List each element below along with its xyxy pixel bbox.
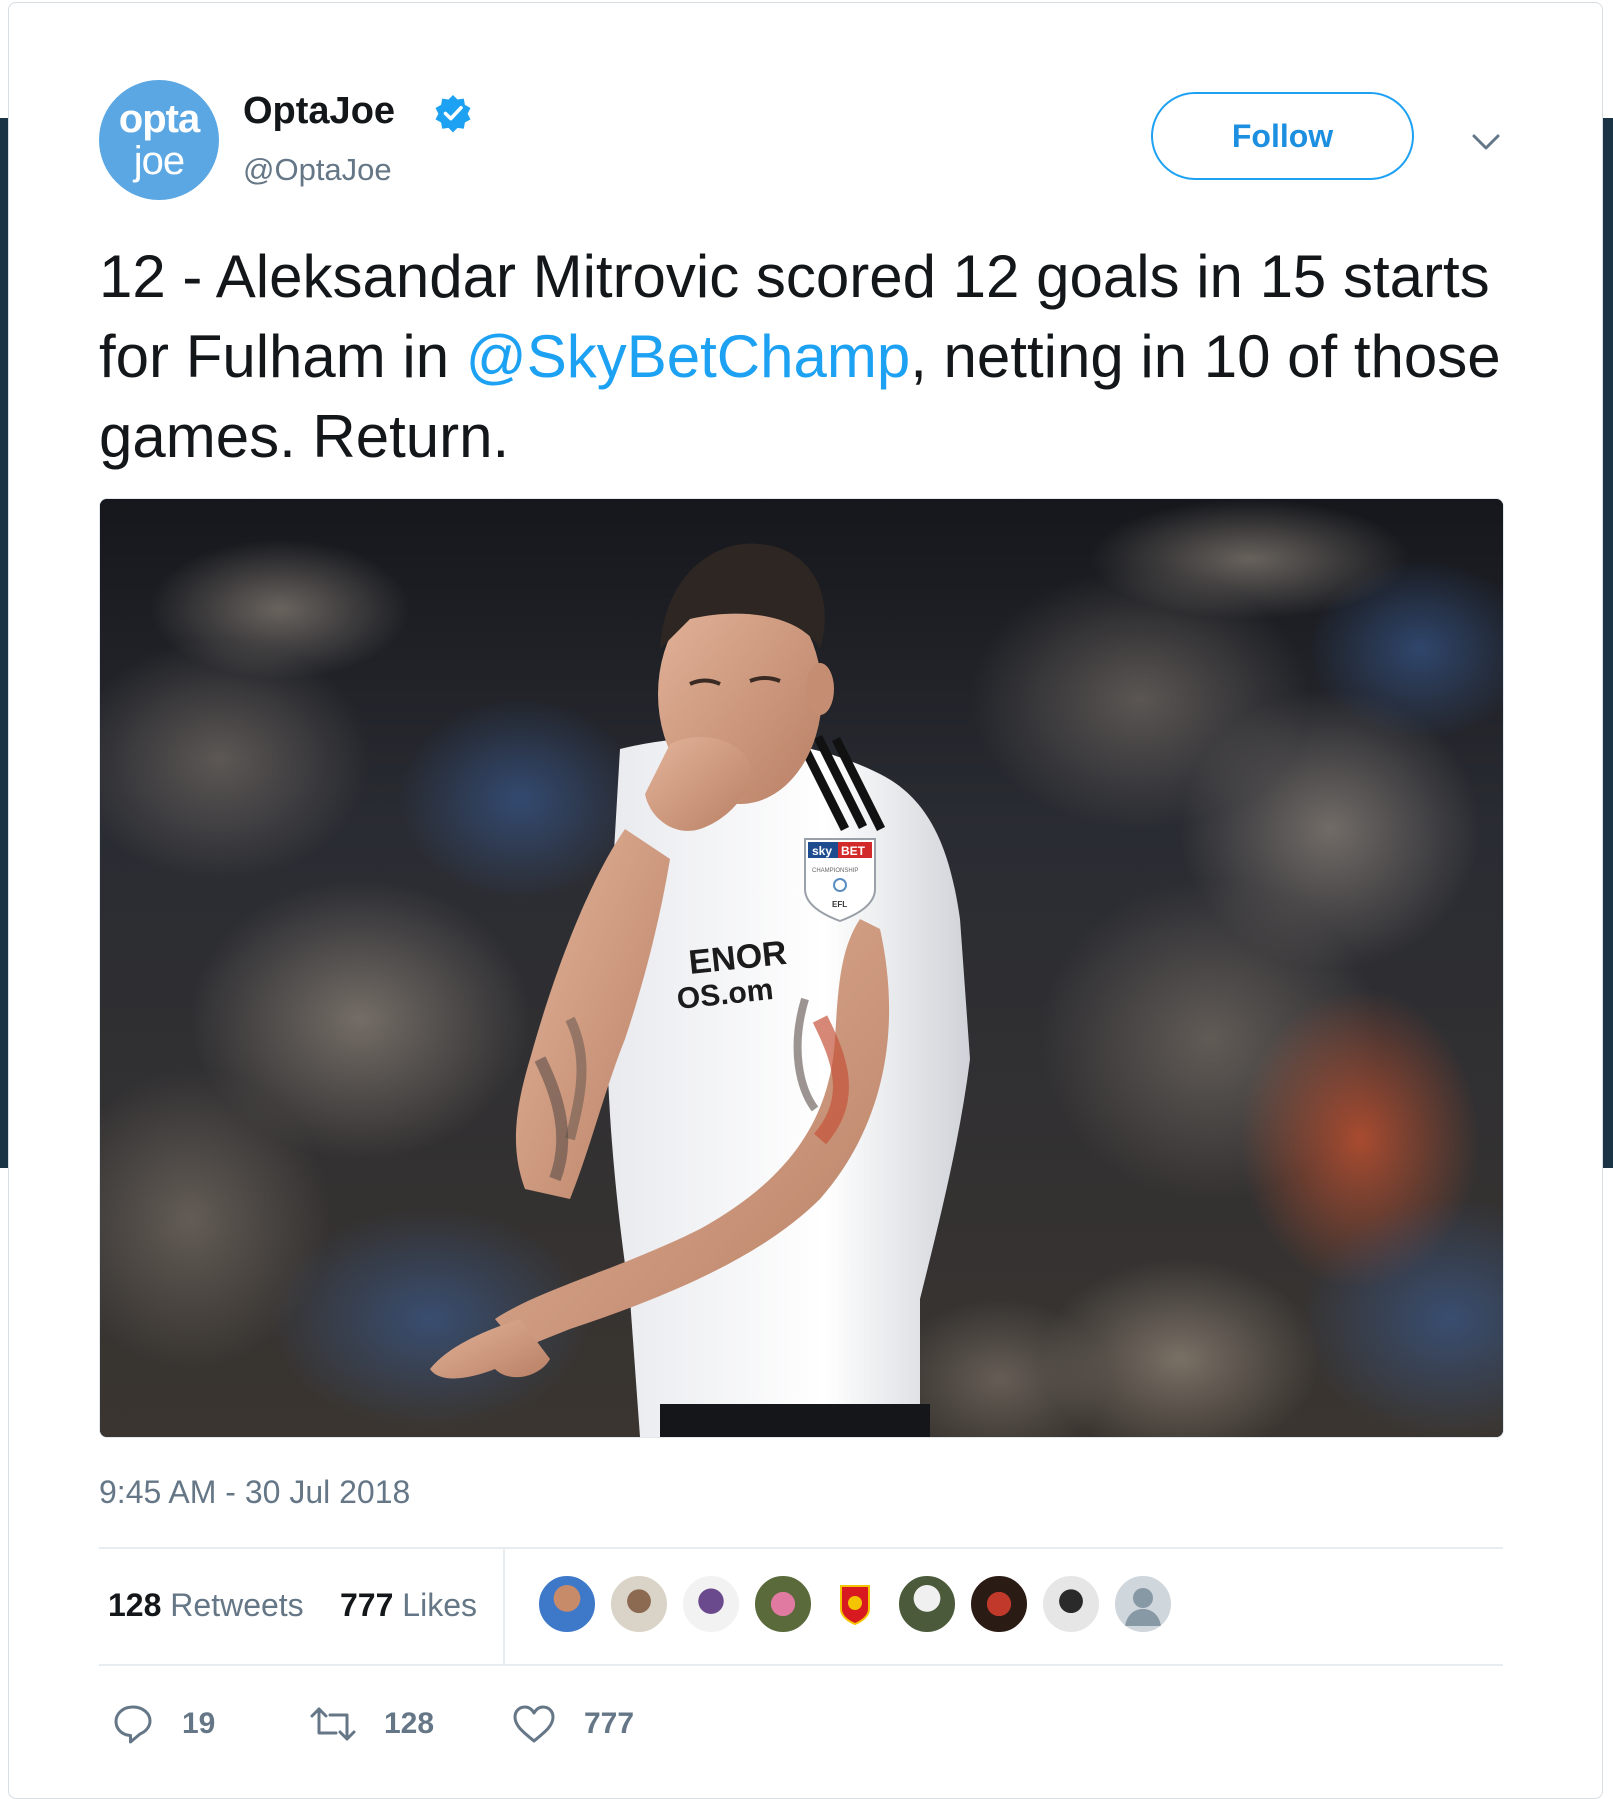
display-name[interactable]: OptaJoe <box>243 90 395 133</box>
divider-bottom <box>99 1664 1503 1666</box>
account-handle[interactable]: @OptaJoe <box>243 152 392 188</box>
chevron-down-icon[interactable] <box>1466 122 1506 162</box>
likes-label: Likes <box>402 1587 477 1623</box>
retweets-count: 128 <box>108 1587 162 1623</box>
reply-count: 19 <box>182 1707 216 1740</box>
likes-stat[interactable]: 777 Likes <box>340 1587 477 1624</box>
sleeve-badge: sky BET CHAMPIONSHIP EFL <box>804 838 876 923</box>
retweet-count: 128 <box>384 1707 435 1740</box>
likes-count: 777 <box>340 1587 394 1623</box>
default-user-icon <box>1125 1588 1161 1626</box>
photo-illustration: sky BET CHAMPIONSHIP EFL ENOR OS.om <box>100 499 1503 1437</box>
liker-avatar[interactable] <box>969 1574 1029 1634</box>
like-count: 777 <box>584 1707 635 1740</box>
badge-text-sky: sky <box>812 844 832 858</box>
retweets-label: Retweets <box>170 1587 304 1623</box>
tweet-photo[interactable]: sky BET CHAMPIONSHIP EFL ENOR OS.om <box>99 498 1504 1438</box>
liker-avatar[interactable] <box>753 1574 813 1634</box>
reply-icon <box>114 1705 152 1744</box>
like-action[interactable]: 777 <box>512 1700 634 1748</box>
liker-avatar[interactable] <box>825 1574 885 1634</box>
liker-avatar[interactable] <box>609 1574 669 1634</box>
tweet-text: 12 - Aleksandar Mitrovic scored 12 goals… <box>99 237 1529 477</box>
liker-avatar[interactable] <box>1041 1574 1101 1634</box>
avatar-text-bottom: joe <box>133 139 185 183</box>
badge-text-efl: EFL <box>832 900 847 909</box>
follow-button[interactable]: Follow <box>1151 92 1414 180</box>
liker-avatar[interactable] <box>681 1574 741 1634</box>
page-backdrop-right <box>1603 118 1613 1168</box>
stats-divider <box>503 1548 505 1664</box>
retweet-action[interactable]: 128 <box>310 1700 434 1748</box>
liker-avatar[interactable] <box>897 1574 957 1634</box>
heart-icon <box>513 1705 555 1743</box>
liker-avatar[interactable] <box>1113 1574 1173 1634</box>
verified-badge-icon <box>435 95 471 133</box>
account-avatar[interactable]: opta joe <box>99 80 219 200</box>
tweet-timestamp[interactable]: 9:45 AM - 30 Jul 2018 <box>99 1474 410 1511</box>
reply-action[interactable]: 19 <box>112 1700 215 1748</box>
club-crest-icon <box>840 1585 870 1625</box>
retweet-icon <box>310 1707 356 1741</box>
mention-link[interactable]: @SkyBetChamp <box>466 323 910 390</box>
retweets-stat[interactable]: 128 Retweets <box>108 1587 304 1624</box>
liker-avatar[interactable] <box>537 1574 597 1634</box>
avatar-text-top: opta <box>118 97 200 141</box>
badge-text-championship: CHAMPIONSHIP <box>812 868 858 874</box>
page-backdrop-left <box>0 118 8 1168</box>
divider-top <box>99 1547 1503 1549</box>
badge-text-bet: BET <box>841 844 866 858</box>
